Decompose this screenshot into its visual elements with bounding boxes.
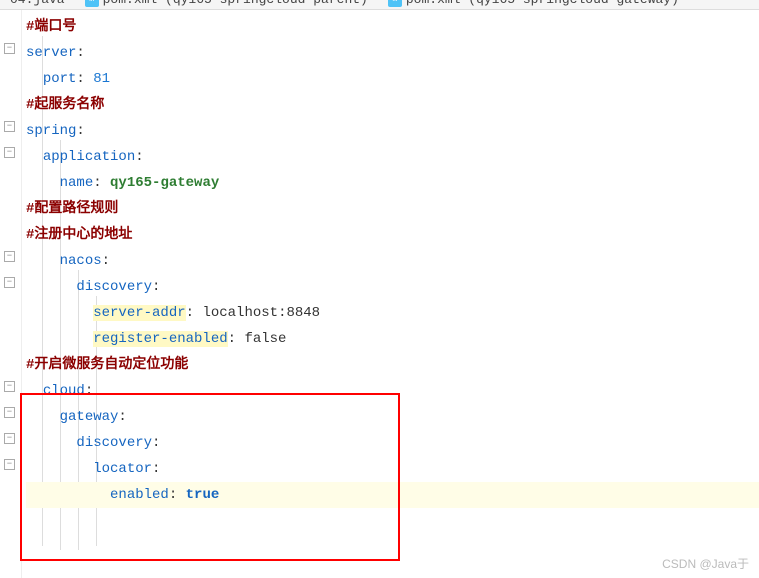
fold-icon[interactable]: − bbox=[4, 433, 15, 444]
code-line: #注册中心的地址 bbox=[26, 222, 759, 248]
gutter: − − − − − − − − − bbox=[0, 10, 22, 578]
tab-file-2[interactable]: m pom.xml (qy165-springcloud-parent) bbox=[75, 0, 378, 9]
tab-label: 04.java bbox=[10, 0, 65, 7]
code-line: discovery: bbox=[26, 430, 759, 456]
maven-icon: m bbox=[388, 0, 402, 7]
code-line: spring: bbox=[26, 118, 759, 144]
code-line bbox=[26, 508, 759, 534]
code-line: #端口号 bbox=[26, 14, 759, 40]
code-line: #配置路径规则 bbox=[26, 196, 759, 222]
fold-icon[interactable]: − bbox=[4, 121, 15, 132]
watermark: CSDN @Java于 bbox=[662, 555, 749, 572]
code-line: enabled: true bbox=[26, 482, 759, 508]
fold-icon[interactable]: − bbox=[4, 277, 15, 288]
fold-icon[interactable]: − bbox=[4, 43, 15, 54]
fold-icon[interactable]: − bbox=[4, 459, 15, 470]
code-area[interactable]: #端口号 server: port: 81 #起服务名称 spring: app… bbox=[22, 10, 759, 578]
code-line: gateway: bbox=[26, 404, 759, 430]
tab-file-3[interactable]: m pom.xml (qy165-springcloud-gateway) bbox=[378, 0, 689, 9]
fold-icon[interactable]: − bbox=[4, 251, 15, 262]
code-line: server: bbox=[26, 40, 759, 66]
tab-label: pom.xml (qy165-springcloud-gateway) bbox=[406, 0, 679, 7]
fold-icon[interactable]: − bbox=[4, 147, 15, 158]
code-line: port: 81 bbox=[26, 66, 759, 92]
tab-label: pom.xml (qy165-springcloud-parent) bbox=[103, 0, 368, 7]
code-line: #起服务名称 bbox=[26, 92, 759, 118]
code-line: cloud: bbox=[26, 378, 759, 404]
editor-tabs: 04.java m pom.xml (qy165-springcloud-par… bbox=[0, 0, 759, 10]
maven-icon: m bbox=[85, 0, 99, 7]
code-line: register-enabled: false bbox=[26, 326, 759, 352]
tab-file-1[interactable]: 04.java bbox=[0, 0, 75, 9]
fold-icon[interactable]: − bbox=[4, 381, 15, 392]
code-line: name: qy165-gateway bbox=[26, 170, 759, 196]
code-line: nacos: bbox=[26, 248, 759, 274]
code-editor[interactable]: − − − − − − − − − #端口号 server: port: 81 … bbox=[0, 10, 759, 578]
code-line: discovery: bbox=[26, 274, 759, 300]
code-line: #开启微服务自动定位功能 bbox=[26, 352, 759, 378]
code-line: locator: bbox=[26, 456, 759, 482]
fold-icon[interactable]: − bbox=[4, 407, 15, 418]
code-line: application: bbox=[26, 144, 759, 170]
code-line: server-addr: localhost:8848 bbox=[26, 300, 759, 326]
